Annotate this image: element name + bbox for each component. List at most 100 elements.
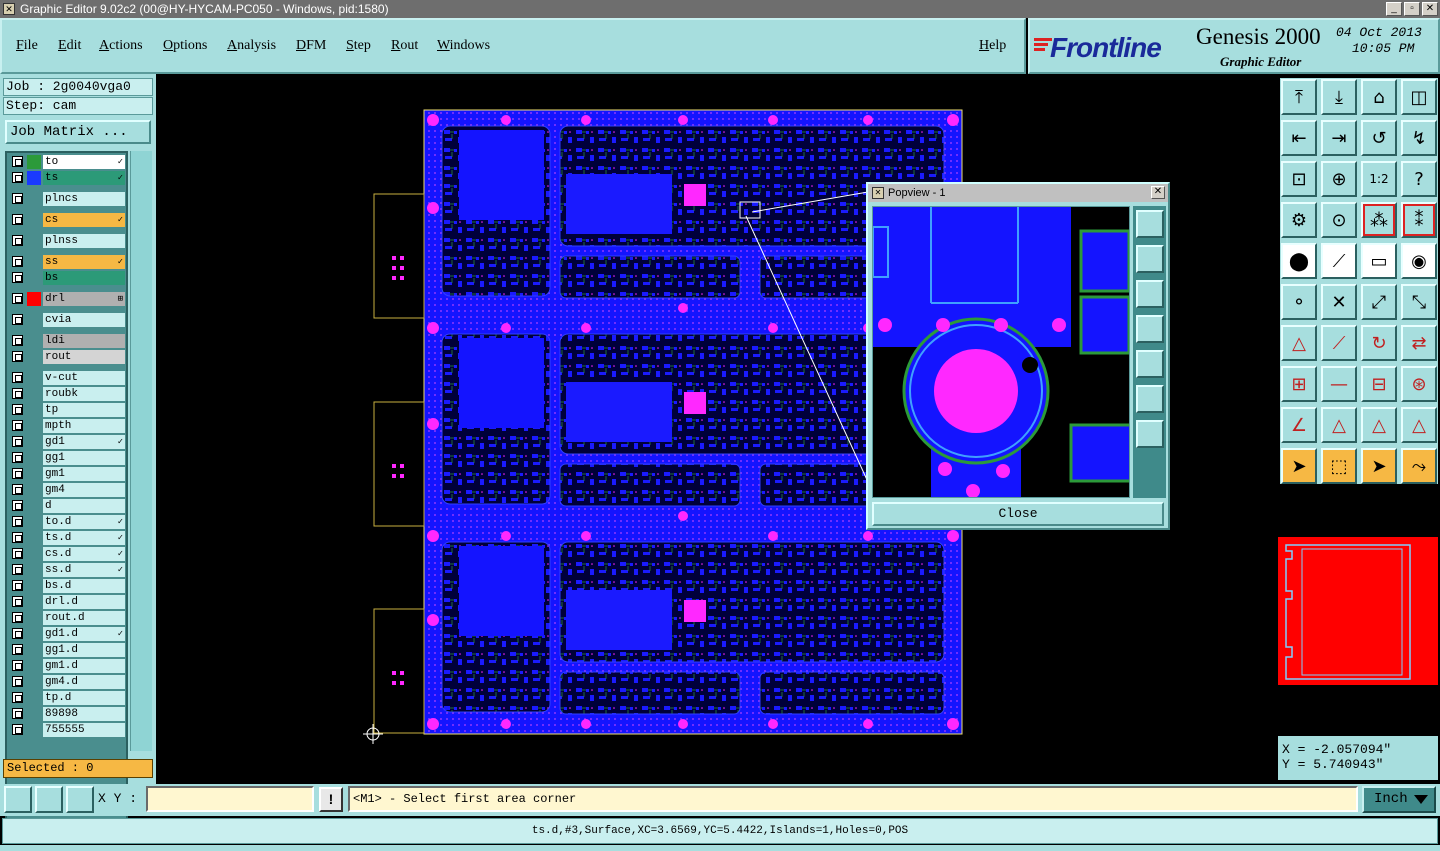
layer-row[interactable]: ts ✓ — [10, 171, 125, 185]
feature-filter-icon[interactable]: ⚙ — [1281, 202, 1317, 238]
layer-checkbox[interactable] — [12, 724, 23, 735]
layer-name[interactable]: 89898 — [43, 707, 125, 721]
popview-canvas[interactable] — [872, 206, 1130, 498]
layer-row[interactable]: bs — [10, 271, 125, 285]
layer-name[interactable]: ldi — [43, 334, 125, 348]
layer-name[interactable]: 755555 — [43, 723, 125, 737]
layer-row[interactable]: drl ⊞ — [10, 292, 125, 306]
layer-checkbox[interactable] — [12, 468, 23, 479]
pointer-select-icon[interactable]: ➤ — [1281, 448, 1317, 484]
zoom-step-icon[interactable]: ↺ — [1361, 120, 1397, 156]
layer-name[interactable]: bs.d — [43, 579, 125, 593]
layer-name[interactable]: gm1.d — [43, 659, 125, 673]
overview-minimap[interactable] — [1278, 537, 1438, 685]
layer-color-swatch[interactable] — [27, 155, 41, 169]
layer-checkbox[interactable] — [12, 660, 23, 671]
zoom-in-icon[interactable]: ⊡ — [1281, 161, 1317, 197]
zoom-out-icon[interactable]: ⊕ — [1321, 161, 1357, 197]
layer-row[interactable]: 89898 — [10, 707, 125, 721]
add-surface-icon[interactable]: ◉ — [1401, 243, 1437, 279]
layer-row[interactable]: 755555 — [10, 723, 125, 737]
layer-row[interactable]: ss.d ✓ — [10, 563, 125, 577]
layer-row[interactable]: roubk — [10, 387, 125, 401]
layer-checkbox[interactable] — [12, 708, 23, 719]
layer-name[interactable]: drl ⊞ — [43, 292, 125, 306]
move-feature-icon[interactable]: ⤢ — [1361, 284, 1397, 320]
pan-left-icon[interactable]: ⇤ — [1281, 120, 1317, 156]
path-select-icon[interactable]: ⤳ — [1401, 448, 1437, 484]
layer-checkbox[interactable] — [12, 596, 23, 607]
layer-row[interactable]: rout — [10, 350, 125, 364]
layer-checkbox[interactable] — [12, 293, 23, 304]
measure-mode-icon[interactable] — [35, 786, 63, 813]
layer-checkbox[interactable] — [12, 372, 23, 383]
layer-row[interactable]: tp — [10, 403, 125, 417]
layer-checkbox[interactable] — [12, 235, 23, 246]
layer-row[interactable]: ss ✓ — [10, 255, 125, 269]
layer-checkbox[interactable] — [12, 436, 23, 447]
layer-checkbox[interactable] — [12, 272, 23, 283]
layer-row[interactable]: cs ✓ — [10, 213, 125, 227]
menu-step[interactable]: Step — [346, 38, 371, 54]
box-select-icon[interactable]: ⬚ — [1321, 448, 1357, 484]
layer-name[interactable]: ts.d ✓ — [43, 531, 125, 545]
redraw-icon[interactable]: ↯ — [1401, 120, 1437, 156]
grid-mode-icon[interactable] — [66, 786, 94, 813]
layer-checkbox[interactable] — [12, 516, 23, 527]
menu-help[interactable]: Help — [979, 38, 1006, 54]
add-net-icon[interactable]: ⚬ — [1281, 284, 1317, 320]
layer-checkbox[interactable] — [12, 644, 23, 655]
cut-line-icon[interactable]: — — [1321, 366, 1357, 402]
layer-color-swatch[interactable] — [27, 292, 41, 306]
popview-pan-left-icon[interactable] — [1136, 315, 1164, 343]
add-pad-icon[interactable]: ⬤ — [1281, 243, 1317, 279]
layer-row[interactable]: ldi — [10, 334, 125, 348]
layer-row[interactable]: plnss — [10, 234, 125, 248]
minimize-button[interactable]: _ — [1386, 2, 1402, 16]
layer-checkbox[interactable] — [12, 388, 23, 399]
popview-pan-up-icon[interactable] — [1136, 245, 1164, 273]
polygon-select-icon[interactable]: △ — [1361, 407, 1397, 443]
layer-checkbox[interactable] — [12, 564, 23, 575]
mirror-icon[interactable]: ⇄ — [1401, 325, 1437, 361]
popview-pan-down-icon[interactable] — [1136, 280, 1164, 308]
layer-name[interactable]: gm4.d — [43, 675, 125, 689]
layer-row[interactable]: v-cut — [10, 371, 125, 385]
copy-feature-icon[interactable]: ⤡ — [1401, 284, 1437, 320]
menu-actions[interactable]: Actions — [99, 38, 143, 54]
layer-row[interactable]: cs.d ✓ — [10, 547, 125, 561]
menu-dfm[interactable]: DFM — [296, 38, 326, 54]
layer-checkbox[interactable] — [12, 500, 23, 511]
popview-zoom-window-icon[interactable] — [1136, 210, 1164, 238]
layer-list-scrollbar[interactable] — [130, 151, 152, 751]
layer-name[interactable]: roubk — [43, 387, 125, 401]
popview-zoom-out-icon[interactable] — [1136, 420, 1164, 448]
popview-close-icon[interactable]: ✕ — [1151, 186, 1165, 199]
layer-checkbox[interactable] — [12, 214, 23, 225]
layer-name[interactable]: ss.d ✓ — [43, 563, 125, 577]
layer-name[interactable]: ss ✓ — [43, 255, 125, 269]
pan-right-icon[interactable]: ⇥ — [1321, 120, 1357, 156]
layer-name[interactable]: gg1.d — [43, 643, 125, 657]
layer-name[interactable]: gd1 ✓ — [43, 435, 125, 449]
popview-pan-right-icon[interactable] — [1136, 350, 1164, 378]
layer-name[interactable]: cs.d ✓ — [43, 547, 125, 561]
layer-checkbox[interactable] — [12, 676, 23, 687]
layer-row[interactable]: gm4 — [10, 483, 125, 497]
layer-checkbox[interactable] — [12, 452, 23, 463]
layer-row[interactable]: drl.d — [10, 595, 125, 609]
layer-row[interactable]: gg1.d — [10, 643, 125, 657]
layer-color-swatch[interactable] — [27, 171, 41, 185]
add-arc-icon[interactable]: △ — [1281, 325, 1317, 361]
menu-windows[interactable]: Windows — [437, 38, 490, 54]
layer-name[interactable]: gm4 — [43, 483, 125, 497]
layer-name[interactable]: cs ✓ — [43, 213, 125, 227]
layer-row[interactable]: gm1.d — [10, 659, 125, 673]
layer-checkbox[interactable] — [12, 532, 23, 543]
job-matrix-button[interactable]: Job Matrix ... — [5, 120, 151, 144]
close-window-button[interactable]: ✕ — [1422, 2, 1438, 16]
layer-row[interactable]: tp.d — [10, 691, 125, 705]
triangle-select-icon[interactable]: △ — [1321, 407, 1357, 443]
layer-name[interactable]: plncs — [43, 192, 125, 206]
layer-checkbox[interactable] — [12, 404, 23, 415]
